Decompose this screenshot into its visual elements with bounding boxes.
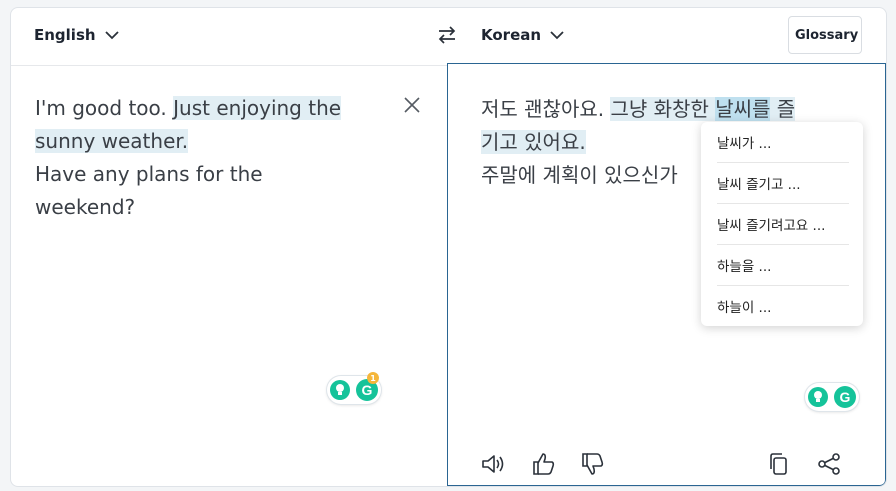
alternative-option[interactable]: 날씨가 ... <box>717 122 849 162</box>
thumbs-up-icon[interactable] <box>531 451 557 477</box>
target-language-label: Korean <box>481 26 542 44</box>
lightbulb-icon <box>330 380 350 400</box>
source-text[interactable]: I'm good too. Just enjoying the sunny we… <box>35 92 355 224</box>
lightbulb-icon <box>808 387 828 407</box>
alternative-option[interactable]: 날씨 즐기려고요 ... <box>717 204 849 244</box>
language-bar: English Korean Glossary <box>11 8 886 66</box>
source-text-highlight: sunny weather. <box>35 129 189 153</box>
selected-word[interactable]: 날씨를 <box>715 97 771 121</box>
translation-text-highlight: 그냥 화창한 <box>610 97 716 121</box>
source-text-line: Have any plans for the weekend? <box>35 162 263 219</box>
grammarly-badge[interactable]: G <box>805 383 859 411</box>
alternative-option[interactable]: 하늘이 ... <box>717 286 849 326</box>
source-language-select[interactable]: English <box>34 26 120 44</box>
alternative-option[interactable]: 날씨 즐기고 ... <box>717 163 849 203</box>
speaker-icon[interactable] <box>480 451 506 477</box>
glossary-button[interactable]: Glossary <box>788 16 862 54</box>
copy-icon[interactable] <box>766 451 792 477</box>
source-text-highlight: Just enjoying the <box>173 96 342 120</box>
translation-text-plain: 저도 괜찮아요. <box>481 97 611 121</box>
translation-text-highlight: 즐 <box>770 97 796 121</box>
grammarly-logo-icon: G <box>834 386 856 408</box>
source-text-plain: I'm good too. <box>35 96 174 120</box>
alternative-option[interactable]: 하늘을 ... <box>717 245 849 285</box>
notification-badge: 1 <box>367 372 379 384</box>
chevron-down-icon <box>104 31 119 40</box>
translation-text-line: 주말에 계획이 있으신가 <box>481 163 678 187</box>
swap-arrows-icon[interactable] <box>435 23 459 47</box>
target-language-select[interactable]: Korean <box>481 26 565 44</box>
close-icon[interactable] <box>401 94 423 116</box>
translation-text-highlight: 기고 있어요. <box>481 130 586 154</box>
alternatives-dropdown: 날씨가 ... 날씨 즐기고 ... 날씨 즐기려고요 ... 하늘을 ... … <box>701 122 863 326</box>
share-icon[interactable] <box>816 451 842 477</box>
chevron-down-icon <box>550 31 564 40</box>
source-language-label: English <box>34 26 96 44</box>
thumbs-down-icon[interactable] <box>580 451 606 477</box>
source-pane[interactable]: I'm good too. Just enjoying the sunny we… <box>11 65 447 486</box>
grammarly-badge[interactable]: G 1 <box>327 372 381 404</box>
